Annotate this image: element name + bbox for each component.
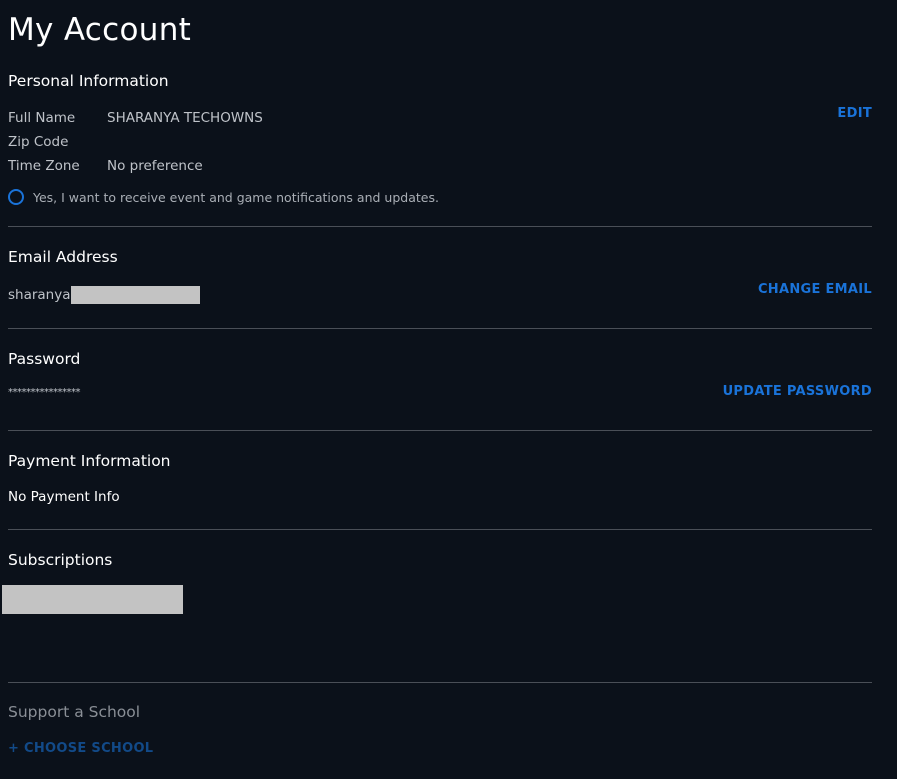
divider bbox=[8, 682, 872, 683]
support-school-heading: Support a School bbox=[8, 703, 141, 721]
subscriptions-redaction bbox=[2, 585, 183, 614]
email-heading: Email Address bbox=[8, 248, 118, 266]
zip-code-label: Zip Code bbox=[8, 134, 69, 150]
email-visible-part: sharanya bbox=[8, 287, 71, 303]
radio-circle-icon[interactable] bbox=[8, 189, 24, 205]
email-value: sharanya bbox=[8, 286, 200, 304]
notifications-label: Yes, I want to receive event and game no… bbox=[33, 189, 439, 205]
divider bbox=[8, 328, 872, 329]
update-password-button[interactable]: UPDATE PASSWORD bbox=[723, 384, 872, 399]
email-redaction bbox=[70, 286, 200, 304]
edit-button[interactable]: EDIT bbox=[837, 106, 872, 121]
personal-info-heading: Personal Information bbox=[8, 72, 169, 90]
subscriptions-heading: Subscriptions bbox=[8, 551, 113, 569]
full-name-label: Full Name bbox=[8, 110, 76, 126]
password-masked-value: **************** bbox=[8, 387, 81, 398]
payment-value: No Payment Info bbox=[8, 489, 120, 505]
time-zone-value: No preference bbox=[107, 158, 203, 174]
divider bbox=[8, 226, 872, 227]
change-email-button[interactable]: CHANGE EMAIL bbox=[758, 282, 872, 297]
page-title: My Account bbox=[8, 12, 192, 48]
payment-heading: Payment Information bbox=[8, 452, 171, 470]
divider bbox=[8, 430, 872, 431]
full-name-value: SHARANYA TECHOWNS bbox=[107, 110, 263, 126]
time-zone-label: Time Zone bbox=[8, 158, 80, 174]
divider bbox=[8, 529, 872, 530]
choose-school-button[interactable]: + CHOOSE SCHOOL bbox=[8, 741, 153, 756]
notifications-option[interactable]: Yes, I want to receive event and game no… bbox=[8, 189, 439, 205]
password-heading: Password bbox=[8, 350, 81, 368]
